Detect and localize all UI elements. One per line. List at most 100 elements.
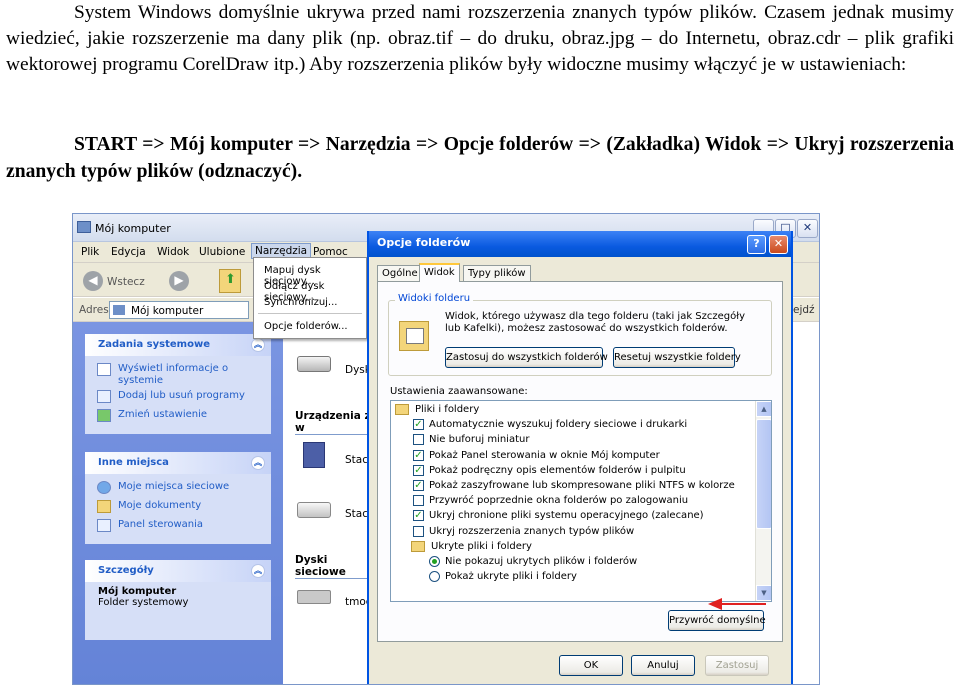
checkbox[interactable]: ✓: [413, 464, 424, 476]
menu-view[interactable]: Widok: [157, 246, 189, 258]
dialog-titlebar: Opcje folderów ? ✕: [369, 231, 791, 257]
panel-header[interactable]: Szczegóły ︽: [85, 560, 271, 582]
hard-drive-icon[interactable]: [297, 356, 331, 372]
instruction-path: START => Mój komputer => Narzędzia => Op…: [6, 134, 954, 182]
panel-details: Szczegóły ︽ Mój komputer Folder systemow…: [85, 560, 271, 640]
scroll-up-icon[interactable]: ▲: [756, 401, 771, 417]
details-name: Mój komputer: [98, 586, 177, 597]
tools-dropdown-menu: Mapuj dysk sieciowy... Odłącz dysk sieci…: [253, 257, 367, 339]
advanced-settings-label: Ustawienia zaawansowane:: [390, 386, 528, 397]
control-panel-icon: [97, 519, 111, 532]
radio-button[interactable]: [429, 571, 440, 583]
collapse-chevron-icon[interactable]: ︽: [251, 456, 265, 470]
tree-row-label: Przywróć poprzednie okna folderów po zal…: [429, 495, 689, 507]
dialog-close-button[interactable]: ✕: [769, 235, 788, 254]
apply-button[interactable]: Zastosuj: [705, 655, 769, 676]
tree-row-label: Ukryte pliki i foldery: [431, 540, 532, 552]
tree-row-label: Nie pokazuj ukrytych plików i folderów: [445, 556, 638, 567]
intro-paragraph: System Windows domyślnie ukrywa przed na…: [6, 2, 954, 75]
network-drive-icon[interactable]: [297, 590, 331, 604]
advanced-settings-list[interactable]: ▲ ▼ Pliki i foldery ✓ Automatycznie wyszuk…: [390, 400, 772, 602]
go-label-fragment[interactable]: ejdź: [793, 304, 815, 316]
task-item[interactable]: Wyświetl informacje o systemie: [85, 363, 271, 387]
forward-arrow-icon[interactable]: ▶: [169, 271, 189, 291]
collapse-chevron-icon[interactable]: ︽: [251, 338, 265, 352]
network-places-icon: [97, 481, 111, 494]
settings-icon: [97, 409, 111, 422]
checkbox[interactable]: ✓: [413, 510, 424, 522]
panel-header[interactable]: Zadania systemowe ︽: [85, 334, 271, 356]
scrollbar[interactable]: ▲ ▼: [755, 401, 771, 601]
checkbox[interactable]: ✓: [413, 480, 424, 491]
place-item[interactable]: Moje miejsca sieciowe: [85, 481, 271, 497]
panel-other-places: Inne miejsca ︽ Moje miejsca sieciowe Moj…: [85, 452, 271, 544]
panel-system-tasks: Zadania systemowe ︽ Wyświetl informacje …: [85, 334, 271, 434]
task-item[interactable]: Dodaj lub usuń programy: [85, 390, 271, 406]
menu-favorites[interactable]: Ulubione: [199, 246, 245, 258]
folder-up-icon[interactable]: [219, 269, 241, 293]
menu-file[interactable]: Plik: [81, 246, 99, 258]
address-value: Mój komputer: [131, 305, 204, 317]
menu-item-synchronize[interactable]: Synchronizuj...: [264, 297, 337, 308]
folder-icon: [411, 540, 425, 552]
tab-general[interactable]: Ogólne: [377, 265, 423, 282]
tree-row-label: Nie buforuj miniatur: [429, 434, 530, 446]
tree-row-label: Pokaż Panel sterowania w oknie Mój kompu…: [429, 449, 660, 461]
panel-header[interactable]: Inne miejsca ︽: [85, 452, 271, 474]
tree-row-label: Pliki i foldery: [415, 404, 480, 415]
computer-icon: [113, 305, 125, 315]
tree-row-label: Pokaż podręczny opis elementów folderów …: [429, 464, 686, 476]
menu-separator: [258, 313, 362, 314]
red-arrow-icon: [708, 598, 766, 610]
cancel-button[interactable]: Anuluj: [631, 655, 695, 676]
group-description: Widok, którego używasz dla tego folderu …: [445, 311, 746, 334]
task-pane: Zadania systemowe ︽ Wyświetl informacje …: [73, 322, 283, 684]
checkbox[interactable]: ✓: [413, 449, 424, 461]
system-info-icon: [97, 363, 111, 376]
my-computer-icon: [77, 221, 91, 233]
menu-edit[interactable]: Edycja: [111, 246, 146, 258]
section-network-drives: Dyski sieciowe: [295, 554, 375, 579]
restore-defaults-button[interactable]: Przywróć domyślne: [668, 610, 766, 631]
checkbox[interactable]: [413, 525, 424, 537]
checkbox[interactable]: [413, 495, 424, 507]
tree-row-label: Pokaż ukryte pliki i foldery: [445, 571, 577, 583]
view-tab-page: Widoki folderu Widok, którego używasz dl…: [377, 281, 783, 642]
group-legend: Widoki folderu: [395, 293, 474, 304]
details-subtitle: Folder systemowy: [98, 597, 189, 608]
section-devices: Urządzenia z w: [295, 410, 375, 435]
checkbox[interactable]: ✓: [413, 419, 424, 431]
radio-button[interactable]: [429, 556, 440, 567]
tree-row-label: Pokaż zaszyfrowane lub skompresowane pli…: [429, 480, 735, 491]
my-documents-icon: [97, 500, 111, 513]
dialog-title: Opcje folderów: [377, 236, 471, 249]
place-item[interactable]: Panel sterowania: [85, 519, 271, 535]
tree-row-label: Ukryj chronione pliki systemu operacyjne…: [429, 510, 704, 522]
place-item[interactable]: Moje dokumenty: [85, 500, 271, 516]
tree-row-label: Ukryj rozszerzenia znanych typów plików: [429, 525, 635, 537]
folder-options-dialog: Opcje folderów ? ✕ Ogólne Widok Typy pli…: [367, 231, 793, 684]
ok-button[interactable]: OK: [559, 655, 623, 676]
collapse-chevron-icon[interactable]: ︽: [251, 564, 265, 578]
tab-file-types[interactable]: Typy plików: [463, 265, 531, 282]
folder-views-group: Widoki folderu Widok, którego używasz dl…: [388, 293, 772, 376]
menu-item-folder-options[interactable]: Opcje folderów...: [264, 321, 348, 332]
reset-all-folders-button[interactable]: Resetuj wszystkie foldery: [613, 347, 741, 368]
folder-icon: [395, 404, 409, 415]
address-label: Adres: [79, 304, 109, 316]
tree-row-label: Automatycznie wyszukuj foldery sieciowe …: [429, 419, 688, 431]
folder-views-icon: [399, 321, 429, 351]
explorer-close-button[interactable]: ✕: [797, 219, 818, 238]
help-button[interactable]: ?: [747, 235, 766, 254]
tab-view[interactable]: Widok: [419, 263, 460, 282]
apply-to-all-folders-button[interactable]: Zastosuj do wszystkich folderów: [445, 347, 608, 368]
cd-drive-icon[interactable]: [297, 502, 331, 518]
address-field[interactable]: Mój komputer: [109, 301, 249, 319]
task-item[interactable]: Zmień ustawienie: [85, 409, 271, 425]
back-label[interactable]: Wstecz: [107, 276, 145, 288]
floppy-drive-icon[interactable]: [303, 442, 325, 468]
back-arrow-icon[interactable]: ◀: [83, 271, 103, 291]
checkbox[interactable]: [413, 434, 424, 446]
document-text: System Windows domyślnie ukrywa przed na…: [6, 0, 954, 78]
scroll-thumb[interactable]: [756, 419, 771, 529]
